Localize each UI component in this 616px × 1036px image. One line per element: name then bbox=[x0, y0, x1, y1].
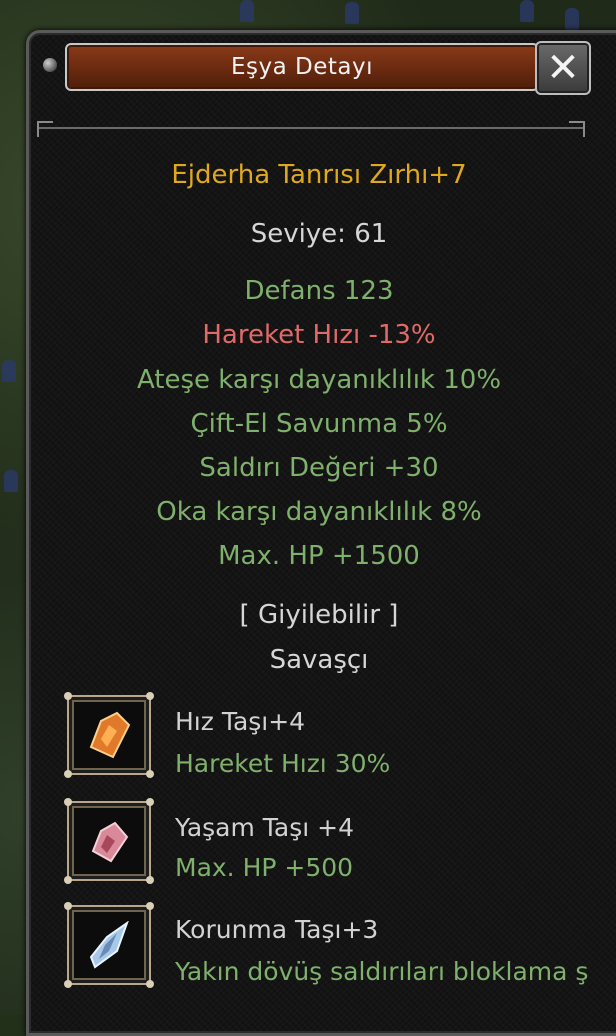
item-stat: Çift-El Savunma 5% bbox=[190, 409, 448, 439]
stone-name: Korunma Taşı+3 bbox=[175, 915, 379, 944]
speed-stone-icon bbox=[89, 711, 131, 759]
item-name: Ejderha Tanrısı Zırhı+7 bbox=[171, 160, 467, 190]
window-rivet bbox=[43, 58, 57, 72]
life-stone-icon bbox=[91, 821, 129, 863]
window-title: Eşya Detayı bbox=[230, 54, 373, 80]
frame-corner-left bbox=[37, 121, 53, 137]
wearable-status: [ Giyilebilir ] bbox=[239, 600, 399, 630]
stone-name: Yaşam Taşı +4 bbox=[175, 813, 355, 842]
item-stat: Hareket Hızı -13% bbox=[202, 320, 436, 350]
stone-slot-2[interactable] bbox=[64, 798, 154, 884]
stone-effect: Max. HP +500 bbox=[175, 853, 354, 882]
close-button[interactable]: ✕ bbox=[535, 41, 591, 95]
window-titlebar[interactable]: Eşya Detayı bbox=[65, 43, 539, 91]
npc-figure bbox=[345, 2, 359, 24]
stone-slot-1[interactable] bbox=[64, 692, 154, 778]
item-level: Seviye: 61 bbox=[250, 219, 388, 249]
item-stat: Saldırı Değeri +30 bbox=[199, 453, 439, 483]
npc-figure bbox=[565, 8, 579, 30]
item-stat: Ateşe karşı dayanıklılık 10% bbox=[136, 365, 502, 395]
stone-slot-frame bbox=[64, 902, 154, 988]
item-stat: Oka karşı dayanıklılık 8% bbox=[156, 497, 482, 527]
stone-name: Hız Taşı+4 bbox=[175, 707, 306, 736]
npc-figure bbox=[240, 0, 254, 22]
npc-figure bbox=[520, 0, 534, 22]
stone-slot-3[interactable] bbox=[64, 902, 154, 988]
item-stat: Max. HP +1500 bbox=[218, 541, 420, 571]
npc-figure bbox=[4, 470, 18, 492]
stone-effect: Hareket Hızı 30% bbox=[175, 749, 391, 778]
frame-divider bbox=[39, 127, 584, 129]
item-detail-window: Eşya Detayı ✕ Ejderha Tanrısı Zırhı+7 Se… bbox=[26, 30, 616, 1036]
npc-figure bbox=[2, 360, 16, 382]
close-icon: ✕ bbox=[546, 45, 580, 91]
stone-slot-frame bbox=[64, 692, 154, 778]
stone-slot-frame bbox=[64, 798, 154, 884]
stone-effect: Yakın dövüş saldırıları bloklama ş bbox=[175, 957, 589, 986]
frame-corner-right bbox=[569, 121, 585, 137]
item-class: Savaşçı bbox=[269, 645, 369, 675]
protection-stone-icon bbox=[89, 921, 129, 969]
item-stat: Defans 123 bbox=[244, 276, 394, 306]
